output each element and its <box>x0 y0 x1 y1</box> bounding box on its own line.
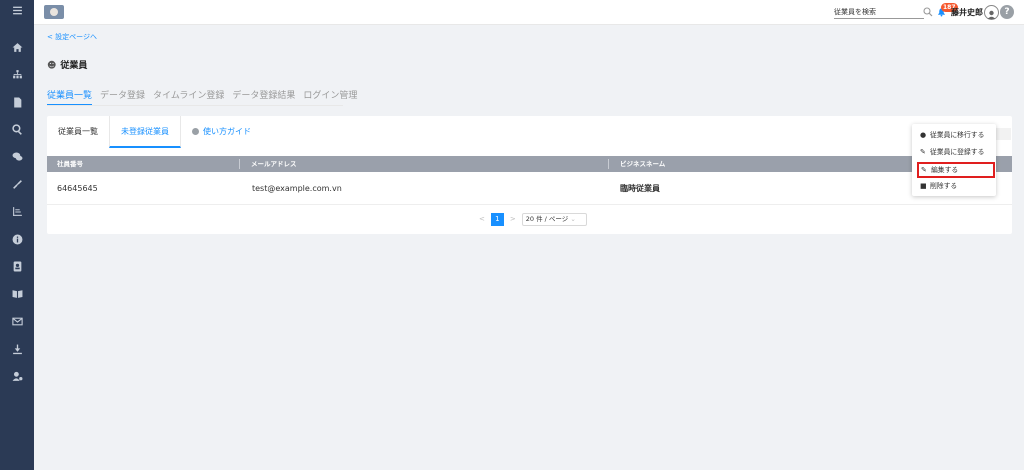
avatar[interactable] <box>984 5 999 20</box>
subtab-usage-guide[interactable]: 使い方ガイド <box>181 116 262 148</box>
search-icon[interactable] <box>923 7 933 17</box>
tabs-divider <box>47 105 343 106</box>
cell-business-name: 臨時従業員 <box>620 184 660 193</box>
menu-item-transfer-to-employee[interactable]: ● 従業員に移行する <box>920 128 984 142</box>
document-icon[interactable] <box>0 94 34 110</box>
pencil-icon: ✎ <box>920 148 926 156</box>
row-actions-button[interactable] <box>995 128 1011 140</box>
book-icon[interactable] <box>0 285 34 301</box>
page-size-select[interactable]: 20 件 / ページ ⌄ <box>521 212 587 226</box>
company-logo[interactable] <box>44 5 64 19</box>
column-divider <box>239 159 240 169</box>
employees-icon: ☻ <box>47 61 57 71</box>
transfer-icon: ● <box>920 131 927 139</box>
chart-icon[interactable] <box>0 203 34 219</box>
row-context-menu: ● 従業員に移行する ✎ 従業員に登録する ✎ 編集する ■ 削除する <box>912 124 996 196</box>
prev-page-button[interactable]: < <box>479 215 485 223</box>
column-divider <box>608 159 609 169</box>
column-header-employee-number[interactable]: 社員番号 <box>57 156 83 172</box>
download-icon[interactable] <box>0 341 34 357</box>
page-title: ☻ 従業員 <box>47 58 87 71</box>
menu-item-label: 編集する <box>931 166 959 174</box>
sidebar <box>0 0 34 470</box>
help-icon[interactable]: ? <box>1000 5 1014 19</box>
menu-item-edit[interactable]: ✎ 編集する <box>917 162 995 178</box>
content-card: 従業員一覧 未登録従業員 使い方ガイド 社員番号 メールアドレス ビジネスネーム… <box>47 116 1012 234</box>
search-input[interactable]: 従業員を検索 <box>834 7 924 19</box>
page-size-value: 20 件 / ページ <box>525 214 569 223</box>
tab-employee-list[interactable]: 従業員一覧 <box>47 88 93 106</box>
page-title-text: 従業員 <box>60 61 88 71</box>
table-header: 社員番号 メールアドレス ビジネスネーム <box>47 156 1012 172</box>
tab-login-management[interactable]: ログイン管理 <box>303 88 357 104</box>
tab-data-registration[interactable]: データ登録 <box>100 88 145 104</box>
contact-icon[interactable] <box>0 258 34 274</box>
main-tabs: 従業員一覧 データ登録 タイムライン登録 データ登録結果 ログイン管理 <box>47 88 357 106</box>
menu-item-label: 従業員に移行する <box>930 131 985 139</box>
edit-icon: ✎ <box>921 166 927 174</box>
sub-tabs: 従業員一覧 未登録従業員 使い方ガイド <box>47 116 262 148</box>
mail-icon[interactable] <box>0 313 34 329</box>
subtab-employee-list[interactable]: 従業員一覧 <box>47 116 109 148</box>
menu-item-label: 従業員に登録する <box>930 148 985 156</box>
user-settings-icon[interactable] <box>0 368 34 384</box>
column-header-email[interactable]: メールアドレス <box>251 156 297 172</box>
subtab-unregistered-employees[interactable]: 未登録従業員 <box>109 116 181 148</box>
org-chart-icon[interactable] <box>0 66 34 82</box>
info-icon[interactable] <box>0 231 34 247</box>
question-icon <box>192 128 199 135</box>
chevron-down-icon: ⌄ <box>570 214 576 223</box>
menu-item-register-employee[interactable]: ✎ 従業員に登録する <box>920 145 984 159</box>
menu-item-label: 削除する <box>930 182 958 190</box>
cell-employee-number: 64645645 <box>57 184 98 193</box>
tab-registration-results[interactable]: データ登録結果 <box>232 88 295 104</box>
column-header-business-name[interactable]: ビジネスネーム <box>620 156 665 172</box>
table-row[interactable]: 64645645 test@example.com.vn 臨時従業員 <box>47 174 1012 205</box>
breadcrumb[interactable]: < 設定ページへ <box>47 32 97 42</box>
home-icon[interactable] <box>0 39 34 55</box>
search-icon[interactable] <box>0 121 34 137</box>
menu-item-delete[interactable]: ■ 削除する <box>920 179 957 193</box>
cell-email: test@example.com.vn <box>252 184 342 193</box>
chat-icon[interactable] <box>0 148 34 164</box>
next-page-button[interactable]: > <box>510 215 516 223</box>
menu-icon[interactable] <box>0 2 34 18</box>
user-name[interactable]: 藤井史郎 <box>951 7 983 18</box>
link-icon[interactable] <box>0 176 34 192</box>
page-number-1[interactable]: 1 <box>490 212 504 226</box>
tab-timeline-registration[interactable]: タイムライン登録 <box>153 88 224 104</box>
trash-icon: ■ <box>920 182 927 190</box>
top-bar: 従業員を検索 187 藤井史郎 ? <box>34 0 1024 25</box>
guide-label: 使い方ガイド <box>203 127 251 136</box>
pagination: < 1 > 20 件 / ページ ⌄ <box>479 212 587 226</box>
